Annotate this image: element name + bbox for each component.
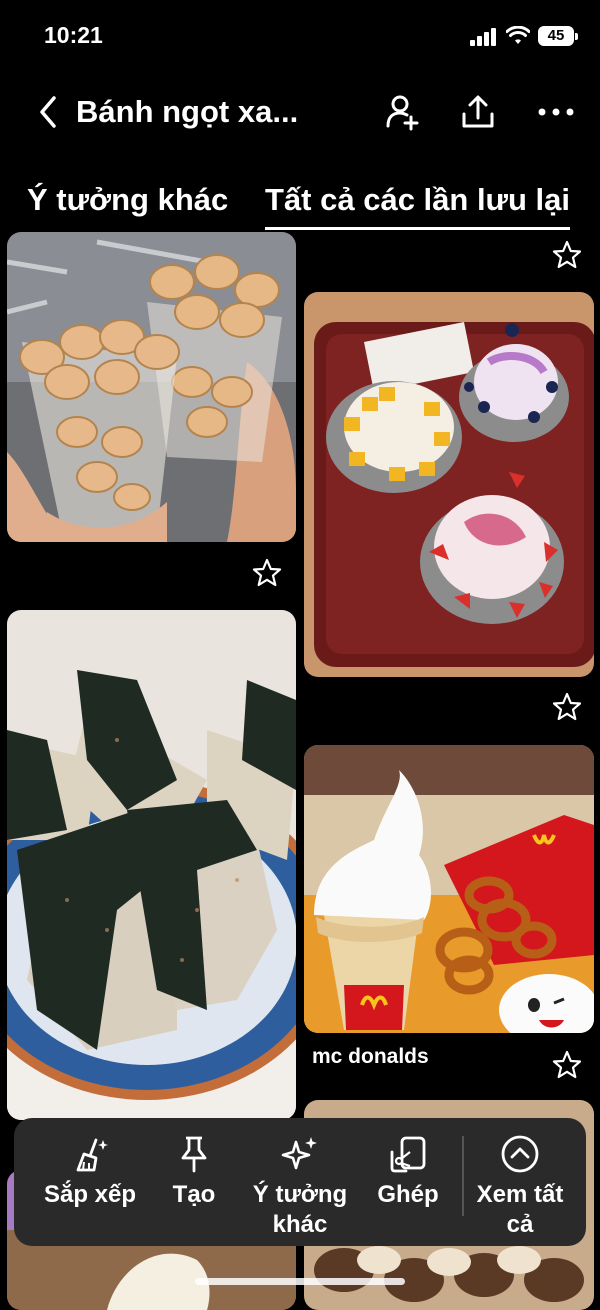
more-ideas-label-1: Ý tưởng xyxy=(252,1181,348,1208)
create-button[interactable]: Tạo xyxy=(156,1118,232,1246)
cellular-signal-icon xyxy=(470,28,496,46)
more-ideas-button[interactable]: Ý tưởng khác xyxy=(246,1118,354,1246)
collage-button[interactable]: Ghép xyxy=(366,1118,450,1246)
pin-image-onigiri[interactable] xyxy=(7,610,296,1120)
create-label: Tạo xyxy=(172,1181,216,1208)
see-all-label-1: Xem tất xyxy=(476,1181,564,1208)
star-icon[interactable] xyxy=(252,558,282,588)
back-arrow-icon[interactable] xyxy=(34,94,64,130)
board-tabs: Ý tưởng khác Tất cả các lần lưu lại xyxy=(0,176,600,230)
see-all-label-2: cả xyxy=(506,1211,534,1238)
battery-indicator: 45 xyxy=(538,26,578,46)
share-icon[interactable] xyxy=(458,92,498,132)
pin-image-mcdonalds[interactable] xyxy=(304,745,594,1033)
status-time: 10:21 xyxy=(44,22,103,48)
board-header: Bánh ngọt xa... xyxy=(0,80,600,144)
tab-all-saves[interactable]: Tất cả các lần lưu lại xyxy=(265,182,571,230)
star-icon[interactable] xyxy=(552,1050,582,1080)
pin-image-dumplings[interactable] xyxy=(7,232,296,542)
collage-label: Ghép xyxy=(377,1181,439,1208)
toolbar-divider xyxy=(462,1136,464,1216)
cut-collage-icon xyxy=(390,1136,426,1173)
more-options-icon[interactable] xyxy=(536,92,576,132)
organize-button[interactable]: Sắp xếp xyxy=(38,1118,142,1246)
star-icon[interactable] xyxy=(552,692,582,722)
board-toolbar: Sắp xếp Tạo Ý tưởng khác Ghép Xem tất cả xyxy=(14,1118,586,1246)
status-bar: 10:21 45 xyxy=(0,0,600,70)
pin-image-shaved-ice[interactable] xyxy=(304,292,594,677)
see-all-button[interactable]: Xem tất cả xyxy=(466,1118,574,1246)
broom-sparkle-icon xyxy=(76,1138,108,1172)
star-icon[interactable] xyxy=(552,240,582,270)
chevron-up-circle-icon xyxy=(501,1135,539,1173)
organize-label: Sắp xếp xyxy=(43,1181,137,1208)
add-collaborator-icon[interactable] xyxy=(382,92,422,132)
dumplings-image xyxy=(7,232,296,542)
onigiri-image xyxy=(7,610,296,1120)
more-ideas-label-2: khác xyxy=(272,1211,328,1238)
home-indicator[interactable] xyxy=(195,1278,405,1285)
board-title: Bánh ngọt xa... xyxy=(76,94,299,129)
mcdonalds-image xyxy=(304,745,594,1033)
tab-more-ideas[interactable]: Ý tưởng khác xyxy=(27,182,228,218)
pin-icon xyxy=(181,1136,207,1173)
sparkle-icon xyxy=(281,1137,317,1170)
wifi-icon xyxy=(506,26,530,44)
pin-caption: mc donalds xyxy=(312,1045,429,1068)
shaved-ice-image xyxy=(304,292,594,677)
